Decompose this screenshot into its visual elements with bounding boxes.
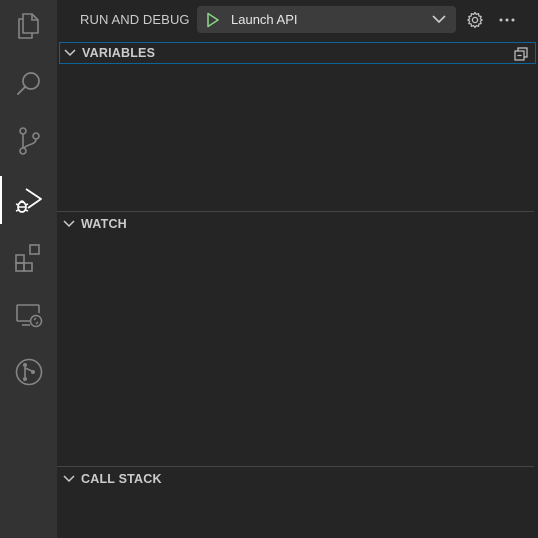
activity-source-control[interactable] — [0, 117, 57, 165]
play-icon[interactable] — [206, 12, 220, 28]
activity-extensions[interactable] — [0, 234, 57, 282]
files-icon — [17, 13, 39, 39]
more-actions-button[interactable] — [497, 10, 517, 30]
watch-section-header[interactable]: WATCH — [57, 213, 538, 235]
call-stack-section-header[interactable]: CALL STACK — [57, 468, 538, 490]
run-debug-icon — [15, 188, 42, 213]
vscode-window: RUN AND DEBUG Launch API VARIABLES WATCH… — [0, 0, 538, 538]
activity-git-graph[interactable] — [0, 348, 57, 396]
section-divider[interactable] — [57, 466, 534, 467]
launch-config-label: Launch API — [231, 12, 298, 27]
launch-config-select[interactable]: Launch API — [197, 6, 456, 33]
activity-bar — [0, 0, 57, 538]
activity-run-debug[interactable] — [0, 176, 57, 224]
sidebar-title: RUN AND DEBUG — [80, 12, 190, 27]
section-divider[interactable] — [57, 211, 534, 212]
variables-label: VARIABLES — [82, 46, 156, 60]
gear-icon — [467, 11, 483, 29]
activity-search[interactable] — [0, 60, 57, 108]
source-control-icon — [18, 127, 40, 155]
chevron-down-icon — [64, 49, 76, 57]
run-debug-sidebar: RUN AND DEBUG Launch API VARIABLES WATCH… — [57, 0, 538, 538]
variables-section-header[interactable]: VARIABLES — [59, 42, 536, 64]
activity-remote-explorer[interactable] — [0, 291, 57, 339]
chevron-down-icon — [63, 475, 75, 483]
open-launch-json-button[interactable] — [465, 10, 485, 30]
watch-panel — [57, 235, 538, 466]
variables-panel — [57, 64, 538, 211]
chevron-down-icon — [432, 15, 446, 24]
call-stack-panel — [57, 490, 538, 538]
more-icon — [499, 18, 515, 22]
activity-explorer[interactable] — [0, 2, 57, 50]
call-stack-label: CALL STACK — [81, 472, 162, 486]
git-graph-icon — [15, 358, 42, 386]
remote-explorer-icon — [15, 304, 42, 328]
collapse-all-icon[interactable] — [513, 46, 529, 62]
extensions-icon — [14, 244, 40, 272]
search-icon — [16, 72, 40, 95]
sidebar-header: RUN AND DEBUG Launch API — [57, 0, 538, 39]
watch-label: WATCH — [81, 217, 127, 231]
chevron-down-icon — [63, 220, 75, 228]
